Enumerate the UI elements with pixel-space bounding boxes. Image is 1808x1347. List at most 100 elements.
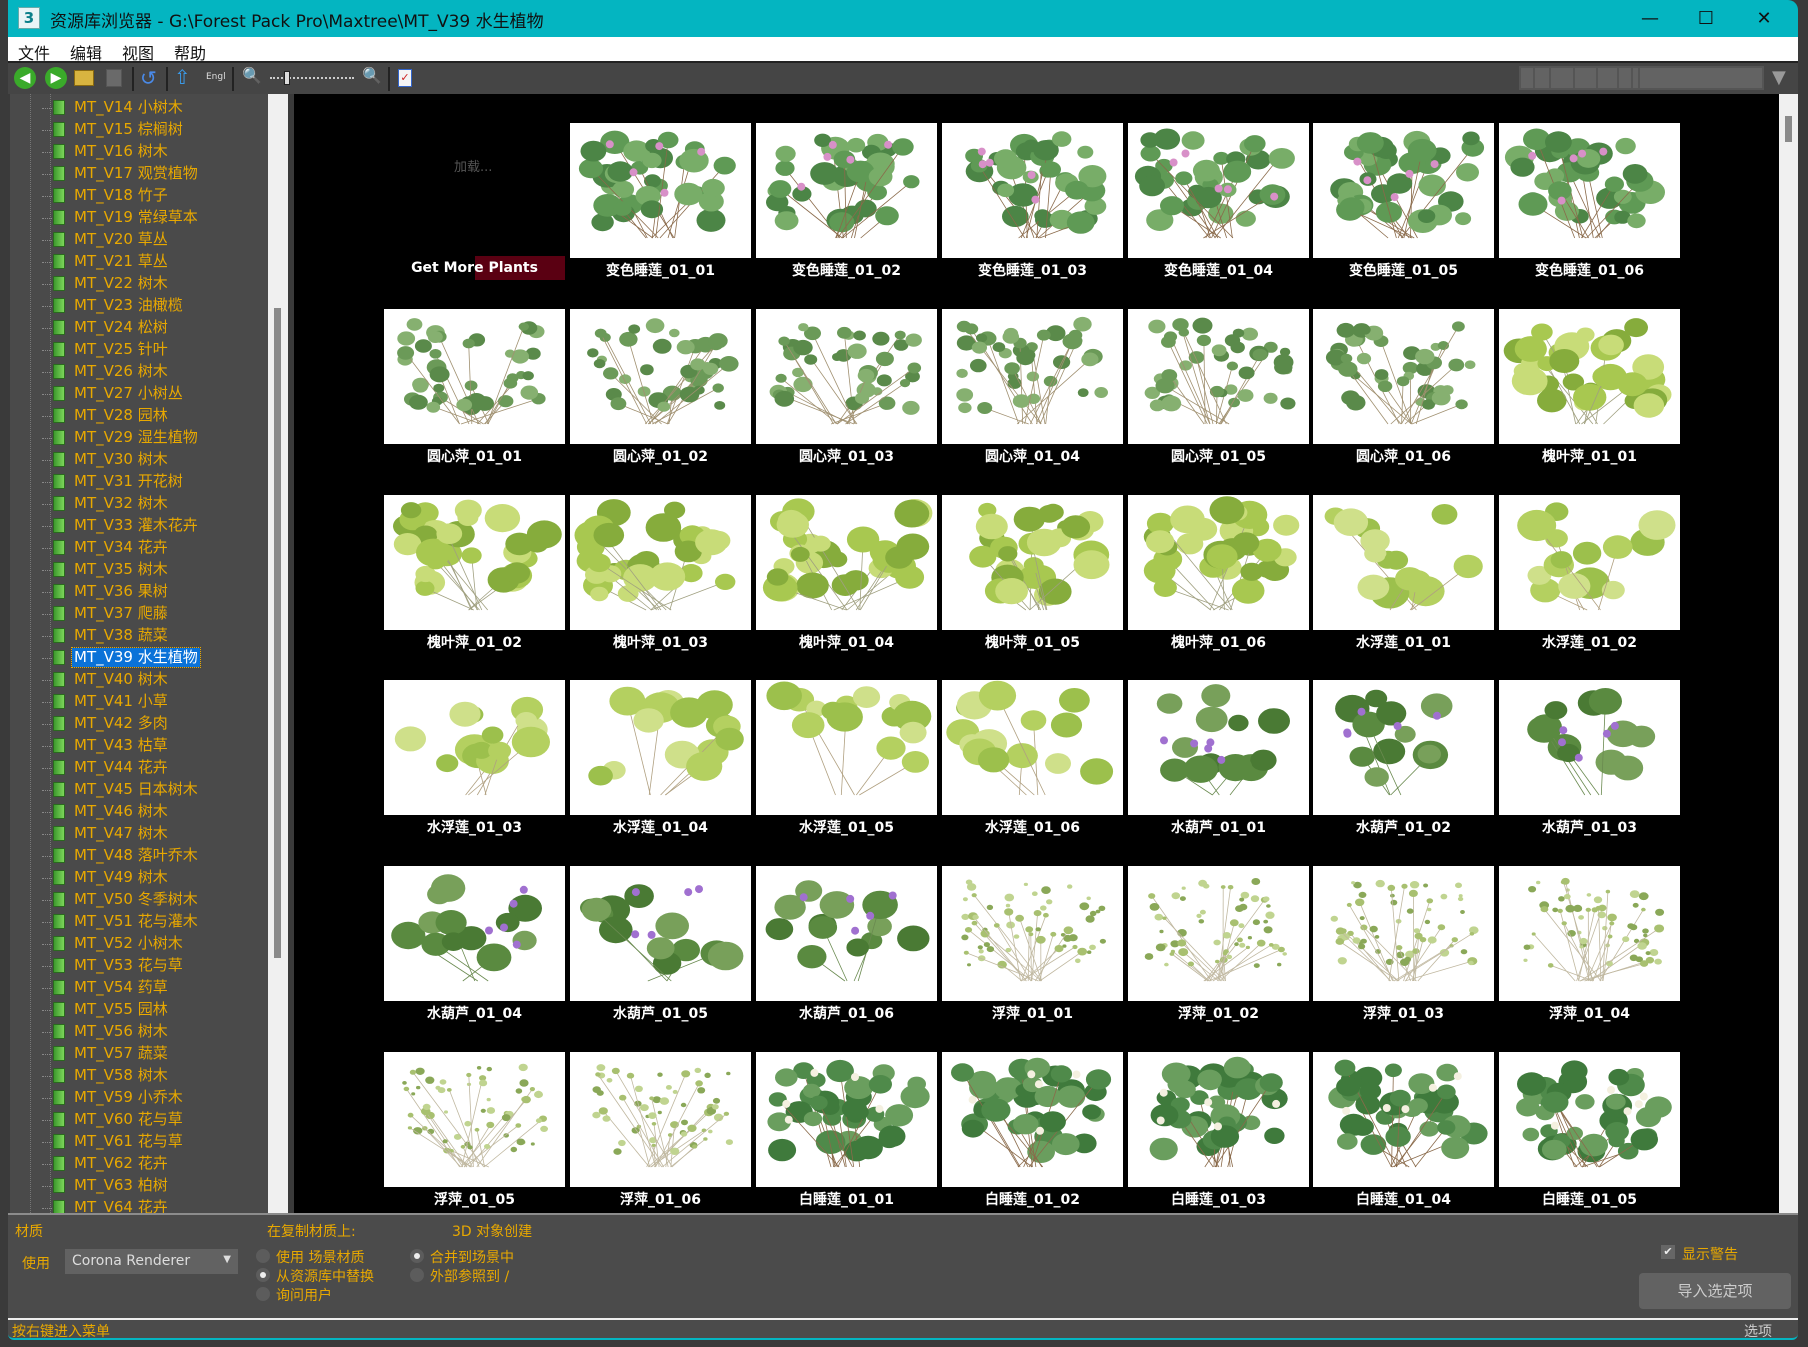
tree-item[interactable]: MT_V29 湿生植物 [10,427,278,449]
plant-thumbnail[interactable] [570,680,751,815]
plant-label[interactable]: 水浮莲_01_02 [1499,632,1680,652]
plant-thumbnail[interactable] [384,495,565,630]
forward-icon[interactable]: ▶ [45,67,67,89]
tree-item[interactable]: MT_V26 树木 [10,361,278,383]
plant-label[interactable]: 水葫芦_01_03 [1499,817,1680,837]
tree-item[interactable]: MT_V17 观赏植物 [10,163,278,185]
plant-thumbnail[interactable] [1499,309,1680,444]
plant-label[interactable]: 水葫芦_01_02 [1313,817,1494,837]
plant-thumbnail[interactable] [942,680,1123,815]
tree-item[interactable]: MT_V28 园林 [10,405,278,427]
plant-label[interactable]: 水浮莲_01_03 [384,817,565,837]
tree-item[interactable]: MT_V33 灌木花卉 [10,515,278,537]
content-scrollbar[interactable] [1779,94,1798,1213]
tree-item[interactable]: MT_V25 针叶 [10,339,278,361]
tree-item[interactable]: MT_V35 树木 [10,559,278,581]
plant-label[interactable]: 水浮莲_01_01 [1313,632,1494,652]
plant-thumbnail[interactable] [570,866,751,1001]
tree-scrollbar[interactable] [268,94,288,1213]
save-icon[interactable] [106,69,122,87]
tree-item[interactable]: MT_V20 草丛 [10,229,278,251]
tree-item[interactable]: MT_V39 水生植物 [10,647,278,669]
plant-label[interactable]: 水浮莲_01_04 [570,817,751,837]
plant-thumbnail[interactable] [570,123,751,258]
filter-bar[interactable] [1519,66,1764,90]
menu-edit[interactable]: 编辑 [70,40,102,64]
plant-label[interactable]: 圆心萍_01_04 [942,446,1123,466]
content-scrollbar-thumb[interactable] [1785,116,1792,142]
tree-item[interactable]: MT_V14 小树木 [10,97,278,119]
plant-label[interactable]: 槐叶萍_01_05 [942,632,1123,652]
radio-button[interactable] [410,1249,424,1263]
tree-item[interactable]: MT_V37 爬藤 [10,603,278,625]
plant-thumbnail[interactable] [756,680,937,815]
zoom-in-icon[interactable]: 🔍 [362,66,382,85]
plant-label[interactable]: 圆心萍_01_06 [1313,446,1494,466]
plant-thumbnail[interactable] [570,1052,751,1187]
plant-label[interactable]: 圆心萍_01_01 [384,446,565,466]
tree-item[interactable]: MT_V63 柏树 [10,1175,278,1197]
plant-label[interactable]: 变色睡莲_01_02 [756,260,937,280]
radio-button[interactable] [256,1268,270,1282]
tree-item[interactable]: MT_V15 棕榈树 [10,119,278,141]
tree-item[interactable]: MT_V52 小树木 [10,933,278,955]
plant-thumbnail[interactable] [1313,309,1494,444]
plant-thumbnail[interactable] [1128,123,1309,258]
plant-label[interactable]: 圆心萍_01_05 [1128,446,1309,466]
plant-thumbnail[interactable] [756,123,937,258]
plant-thumbnail[interactable] [384,309,565,444]
tree-item[interactable]: MT_V59 小乔木 [10,1087,278,1109]
plant-thumbnail[interactable] [384,1052,565,1187]
plant-thumbnail[interactable] [570,309,751,444]
menu-view[interactable]: 视图 [122,40,154,64]
tree-item[interactable]: MT_V60 花与草 [10,1109,278,1131]
plant-thumbnail[interactable] [942,1052,1123,1187]
filter-icon[interactable]: ▼ [1772,67,1786,88]
plant-label[interactable]: 浮萍_01_01 [942,1003,1123,1023]
plant-thumbnail[interactable] [1128,495,1309,630]
sort-up-icon[interactable]: ⇧ [174,65,191,89]
plant-thumbnail[interactable] [384,680,565,815]
plant-thumbnail[interactable] [1499,866,1680,1001]
plant-thumbnail[interactable] [756,309,937,444]
plant-label[interactable]: 浮萍_01_04 [1499,1003,1680,1023]
plant-label[interactable]: 浮萍_01_05 [384,1189,565,1209]
tree-item[interactable]: MT_V21 草丛 [10,251,278,273]
tree-item[interactable]: MT_V53 花与草 [10,955,278,977]
tree-item[interactable]: MT_V22 树木 [10,273,278,295]
plant-label[interactable]: 变色睡莲_01_05 [1313,260,1494,280]
tree-item[interactable]: MT_V24 松树 [10,317,278,339]
zoom-slider-handle[interactable] [283,71,290,85]
tree-item[interactable]: MT_V51 花与灌木 [10,911,278,933]
tree-item[interactable]: MT_V48 落叶乔木 [10,845,278,867]
plant-label[interactable]: 水浮莲_01_05 [756,817,937,837]
plant-label[interactable]: 变色睡莲_01_01 [570,260,751,280]
menu-file[interactable]: 文件 [18,40,50,64]
plant-thumbnail[interactable] [756,1052,937,1187]
tree-item[interactable]: MT_V32 树木 [10,493,278,515]
plant-thumbnail[interactable] [1128,309,1309,444]
plant-label[interactable]: 槐叶萍_01_03 [570,632,751,652]
plant-label[interactable]: 白睡莲_01_05 [1499,1189,1680,1209]
tree-item[interactable]: MT_V31 开花树 [10,471,278,493]
plant-thumbnail[interactable] [1313,866,1494,1001]
tree-item[interactable]: MT_V16 树木 [10,141,278,163]
plant-thumbnail[interactable] [1313,495,1494,630]
tree-item[interactable]: MT_V34 花卉 [10,537,278,559]
minimize-button[interactable]: — [1622,0,1678,37]
tree-item[interactable]: MT_V62 花卉 [10,1153,278,1175]
tree-item[interactable]: MT_V27 小树丛 [10,383,278,405]
tree-item[interactable]: MT_V50 冬季树木 [10,889,278,911]
plant-label[interactable]: 水葫芦_01_01 [1128,817,1309,837]
import-selected-button[interactable]: 导入选定项 [1639,1273,1791,1309]
plant-thumbnail[interactable] [1128,866,1309,1001]
tree-item[interactable]: MT_V23 油橄榄 [10,295,278,317]
tree-scrollbar-thumb[interactable] [274,308,281,958]
plant-thumbnail[interactable] [1499,123,1680,258]
checklist-icon[interactable]: ✓ [398,69,412,87]
tree-item[interactable]: MT_V47 树木 [10,823,278,845]
tree-item[interactable]: MT_V18 竹子 [10,185,278,207]
plant-label[interactable]: 白睡莲_01_02 [942,1189,1123,1209]
plant-label[interactable]: 槐叶萍_01_02 [384,632,565,652]
tree-item[interactable]: MT_V36 果树 [10,581,278,603]
